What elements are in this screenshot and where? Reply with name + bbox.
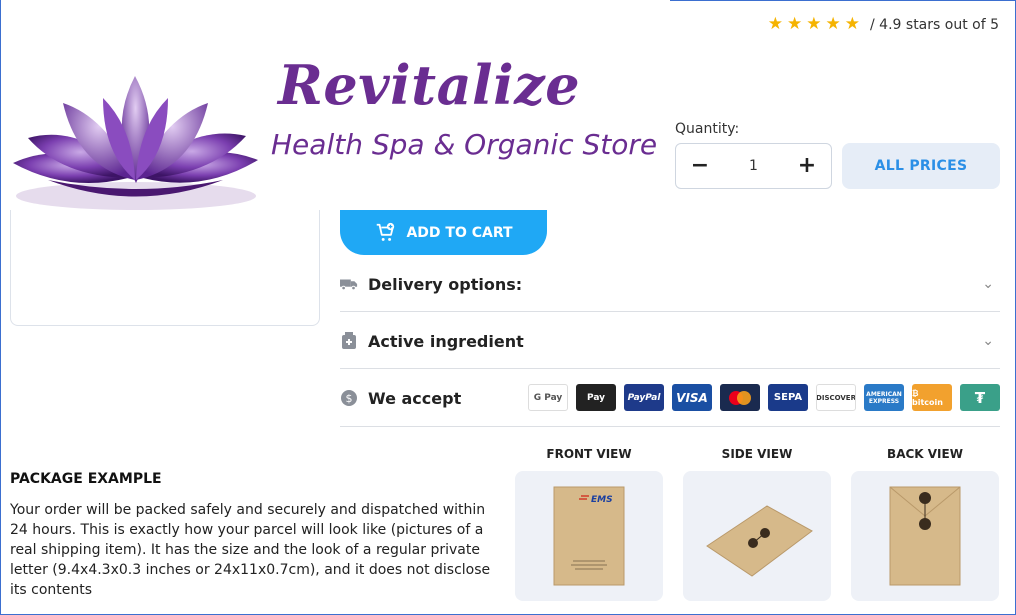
active-ingredient-label: Active ingredient <box>368 331 524 351</box>
side-view-label: SIDE VIEW <box>721 447 793 461</box>
accordion-active-ingredient[interactable]: Active ingredient ⌄ <box>340 329 1000 353</box>
medicine-icon <box>340 332 358 350</box>
amex-icon: AMERICAN EXPRESS <box>864 384 904 411</box>
quantity-stepper[interactable]: − 1 + <box>675 143 832 189</box>
star-icon: ★ <box>806 14 822 34</box>
discover-icon: DISCOVER <box>816 384 856 411</box>
visa-icon: VISA <box>672 384 712 411</box>
accordion-delivery-options[interactable]: Delivery options: ⌄ <box>340 272 1000 296</box>
mastercard-icon <box>720 384 760 411</box>
lotus-icon <box>13 76 258 210</box>
package-title: PACKAGE EXAMPLE <box>10 471 162 487</box>
bitcoin-icon: ₿ bitcoin <box>912 384 952 411</box>
rating-text: / 4.9 stars out of 5 <box>870 16 999 33</box>
cart-plus-icon <box>377 222 395 241</box>
apple-pay-icon: Pay <box>576 384 616 411</box>
payment-icons: G Pay Pay PayPal VISA SEPA DISCOVER AMER… <box>528 384 1000 411</box>
sepa-icon: SEPA <box>768 384 808 411</box>
quantity-label: Quantity: <box>675 121 740 137</box>
star-icon: ★ <box>844 14 861 34</box>
product-image-frame <box>10 210 320 326</box>
truck-icon <box>340 275 358 293</box>
envelope-side-icon <box>706 505 813 577</box>
quantity-value[interactable]: 1 <box>749 158 758 174</box>
top-accent-line <box>670 0 1016 1</box>
envelope-front-icon: EMS <box>553 486 625 586</box>
product-rating[interactable]: ★ ★ ★ ★ ★ / 4.9 stars out of 5 <box>768 16 999 33</box>
back-view-image[interactable] <box>851 471 999 601</box>
chevron-down-icon[interactable]: ⌄ <box>982 333 994 349</box>
back-view-label: BACK VIEW <box>887 447 963 461</box>
brand-tagline: Health Spa & Organic Store <box>271 128 658 161</box>
brand-logo[interactable]: Revitalize Health Spa & Organic Store <box>8 48 663 224</box>
paypal-icon: PayPal <box>624 384 664 411</box>
minus-icon[interactable]: − <box>690 155 710 177</box>
package-description: Your order will be packed safely and sec… <box>10 502 491 598</box>
tether-icon: ₮ <box>960 384 1000 411</box>
we-accept-label: We accept <box>368 388 462 408</box>
add-to-cart-label: ADD TO CART <box>406 224 513 241</box>
chevron-down-icon[interactable]: ⌄ <box>982 276 994 292</box>
svg-text:EMS: EMS <box>591 495 613 505</box>
plus-icon[interactable]: + <box>797 155 817 177</box>
coin-icon: $ <box>340 389 358 407</box>
star-icon: ★ <box>825 14 841 34</box>
divider <box>340 311 1000 312</box>
front-view-label: FRONT VIEW <box>546 447 632 461</box>
envelope-back-icon <box>889 486 961 586</box>
front-view-image[interactable]: EMS <box>515 471 663 601</box>
all-prices-button[interactable]: ALL PRICES <box>842 143 1000 189</box>
side-view-image[interactable] <box>683 471 831 601</box>
google-pay-icon: G Pay <box>528 384 568 411</box>
divider <box>340 426 1000 427</box>
add-to-cart-button[interactable]: ADD TO CART <box>340 210 547 255</box>
svg-text:$: $ <box>346 392 353 405</box>
delivery-options-label: Delivery options: <box>368 274 523 294</box>
divider <box>340 368 1000 369</box>
star-icon: ★ <box>787 14 803 34</box>
star-icon: ★ <box>767 14 784 34</box>
brand-name: Revitalize <box>278 53 581 117</box>
